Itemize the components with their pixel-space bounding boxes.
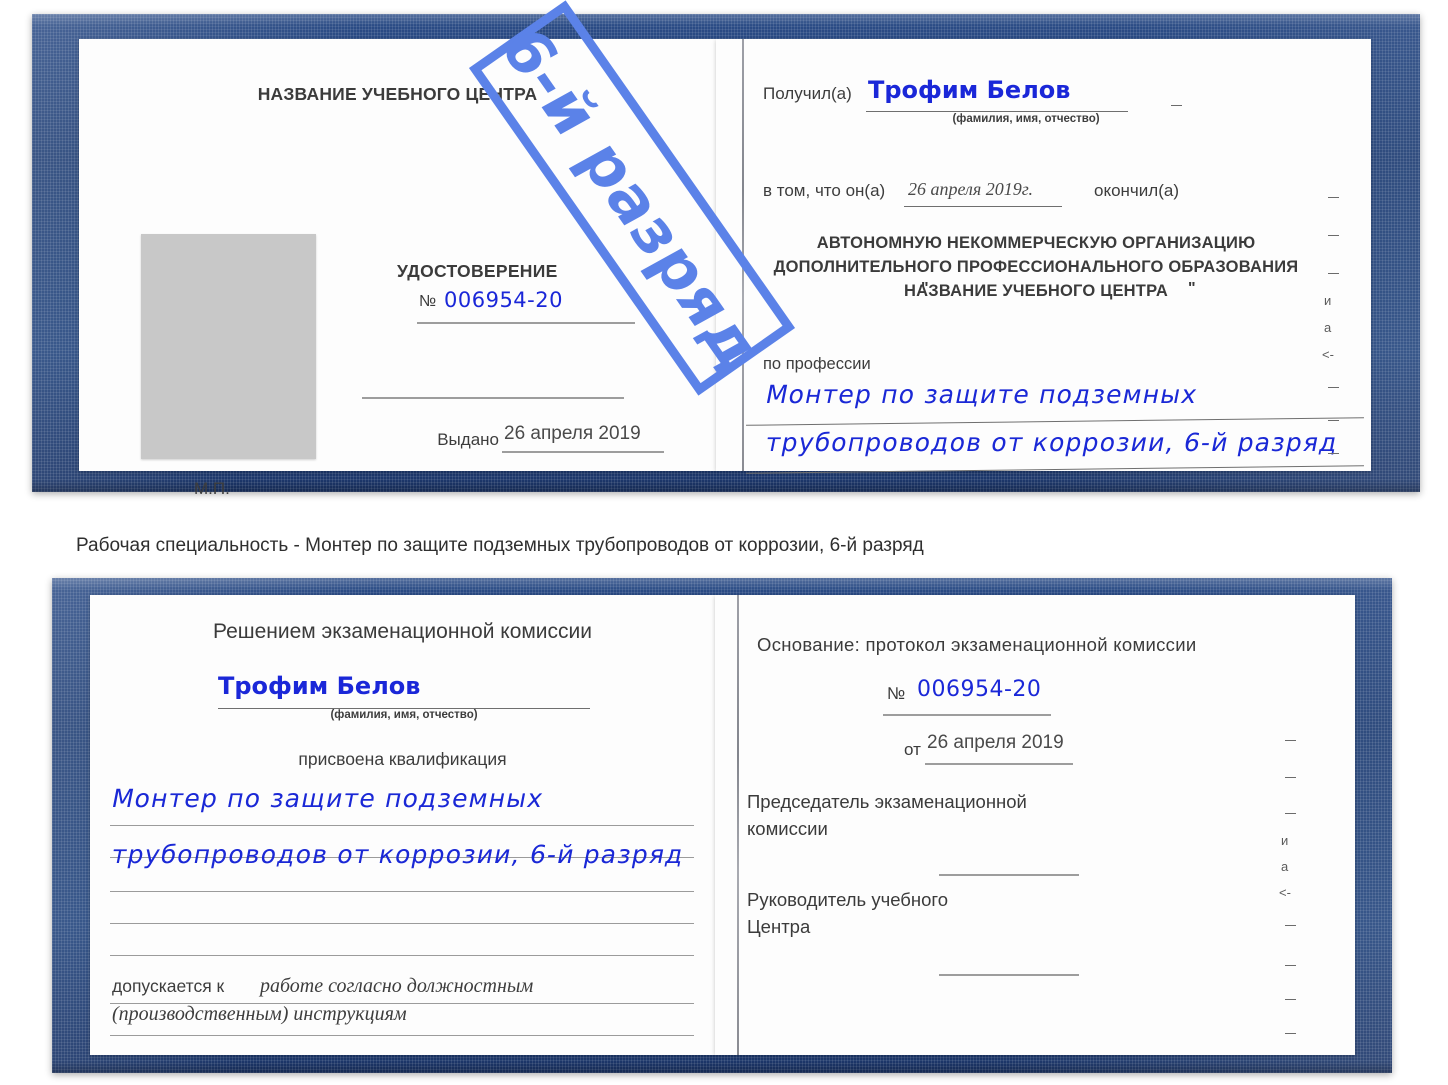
bottom-number-rule xyxy=(883,714,1051,716)
photo-placeholder xyxy=(141,234,316,459)
profession-label: по профессии xyxy=(763,355,871,373)
qual-rule-4 xyxy=(110,923,694,924)
bottom-bleed-dash-5 xyxy=(1285,965,1296,966)
top-book-spine xyxy=(742,39,744,471)
bleed-fragment-a: а xyxy=(1324,320,1332,335)
bleed-fragment-i: и xyxy=(1324,293,1332,308)
number-value: 006954-20 xyxy=(444,288,563,312)
qualification-line-2: трубопроводов от коррозии, 6-й разряд xyxy=(109,840,687,869)
bleed-dash-4 xyxy=(1328,387,1339,388)
bottom-bleed-dash-3 xyxy=(1285,813,1296,814)
bottom-right-page: Основание: протокол экзаменационной коми… xyxy=(715,595,1355,1055)
head-sign-rule xyxy=(939,974,1079,976)
chairman-sign-rule xyxy=(939,874,1079,876)
qual-rule-1 xyxy=(110,825,694,826)
bottom-name-value: Трофим Белов xyxy=(218,672,421,700)
bleed-dash-1 xyxy=(1328,197,1339,198)
org-quote-close: " xyxy=(1188,280,1196,297)
bleed-dash-5 xyxy=(1328,420,1339,421)
number-rule xyxy=(417,322,635,324)
issued-rule xyxy=(502,451,664,453)
head-line-1: Руководитель учебного xyxy=(747,889,949,910)
cover-top-highlight xyxy=(32,14,1420,26)
profession-line-2: трубопроводов от коррозии, 6-й разряд xyxy=(763,428,1341,457)
top-right-page: Получил(а) Трофим Белов (фамилия, имя, о… xyxy=(716,39,1371,474)
that-he-rule xyxy=(904,206,1062,207)
chairman-line-1: Председатель экзаменационной xyxy=(747,791,1027,812)
bottom-left-heading: Решением экзаменационной комиссии xyxy=(212,620,592,643)
admitted-rule-2 xyxy=(110,1035,694,1036)
bottom-bleed-dash-1 xyxy=(1285,740,1296,741)
that-he-value: 26 апреля 2019г. xyxy=(908,179,1034,199)
basis-label: Основание: протокол экзаменационной коми… xyxy=(757,634,1197,655)
bottom-bleed-dash-6 xyxy=(1285,999,1296,1000)
page-caption: Рабочая специальность - Монтер по защите… xyxy=(76,535,924,556)
bottom-book-spine xyxy=(737,595,739,1055)
qualification-label: присвоена квалификация xyxy=(298,749,507,769)
issued-label: Выдано xyxy=(437,430,499,449)
org-line-3: НАЗВАНИЕ УЧЕБНОГО ЦЕНТРА xyxy=(904,282,1168,300)
admitted-label: допускается к xyxy=(112,976,225,996)
qualification-line-1: Монтер по защите подземных xyxy=(109,784,547,813)
bleed-dash-a xyxy=(1171,105,1182,106)
org-line-2: ДОПОЛНИТЕЛЬНОГО ПРОФЕССИОНАЛЬНОГО ОБРАЗО… xyxy=(773,258,1299,276)
bottom-bleed-fragment-i: и xyxy=(1281,833,1289,848)
blank-rule-1 xyxy=(362,397,624,399)
bottom-bleed-fragment-arrow: <- xyxy=(1279,885,1291,900)
bottom-date-label: от xyxy=(904,740,921,759)
bottom-bleed-dash-2 xyxy=(1285,777,1296,778)
cover-bottom-top-highlight xyxy=(52,578,1392,590)
bottom-name-hint: (фамилия, имя, отчество) xyxy=(330,709,478,721)
document-title: УДОСТОВЕРЕНИЕ xyxy=(397,261,558,281)
received-rule xyxy=(866,111,1128,112)
bottom-bleed-dash-4 xyxy=(1285,925,1296,926)
bottom-number-label: № xyxy=(887,684,906,703)
bottom-date-value: 26 апреля 2019 xyxy=(927,732,1064,753)
bottom-bleed-fragment-a: а xyxy=(1281,859,1289,874)
issued-value: 26 апреля 2019 xyxy=(504,423,641,444)
seal-label: М.П. xyxy=(194,479,230,498)
received-hint: (фамилия, имя, отчество) xyxy=(952,113,1100,125)
chairman-line-2: комиссии xyxy=(747,818,828,839)
number-label: № xyxy=(419,293,437,310)
qual-rule-3 xyxy=(110,891,694,892)
bottom-date-rule xyxy=(925,763,1073,765)
bleed-dash-6 xyxy=(1328,453,1339,454)
received-value: Трофим Белов xyxy=(868,76,1071,104)
top-left-page: НАЗВАНИЕ УЧЕБНОГО ЦЕНТРА М.П. УДОСТОВЕРЕ… xyxy=(79,39,716,498)
org-line-1: АВТОНОМНУЮ НЕКОММЕРЧЕСКУЮ ОРГАНИЗАЦИЮ xyxy=(816,234,1256,252)
that-he-label: в том, что он(а) xyxy=(763,181,886,200)
bottom-number-value: 006954-20 xyxy=(917,677,1042,702)
finished-label: окончил(а) xyxy=(1094,181,1179,200)
bottom-left-page: Решением экзаменационной комиссии Трофим… xyxy=(90,595,715,1055)
head-line-2: Центра xyxy=(747,916,811,937)
certificate-bottom: Решением экзаменационной комиссии Трофим… xyxy=(52,578,1392,1073)
bleed-dash-2 xyxy=(1328,235,1339,236)
left-page-heading: НАЗВАНИЕ УЧЕБНОГО ЦЕНТРА xyxy=(257,84,538,104)
certificate-top: НАЗВАНИЕ УЧЕБНОГО ЦЕНТРА М.П. УДОСТОВЕРЕ… xyxy=(32,0,1420,498)
cover-bottom-bottom-shadow xyxy=(52,1061,1392,1073)
admitted-line-2: (производственным) инструкциям xyxy=(112,1003,407,1025)
profession-line-1: Монтер по защите подземных xyxy=(763,380,1201,409)
bleed-dash-3 xyxy=(1328,273,1339,274)
bleed-fragment-arrow: <- xyxy=(1322,347,1334,362)
received-label: Получил(а) xyxy=(763,84,852,103)
bottom-bleed-dash-7 xyxy=(1285,1033,1296,1034)
qual-rule-5 xyxy=(110,955,694,956)
cover-bottom-shadow xyxy=(32,480,1420,492)
profession-rule-1 xyxy=(746,417,1364,426)
admitted-line-1: работе согласно должностным xyxy=(260,975,534,997)
